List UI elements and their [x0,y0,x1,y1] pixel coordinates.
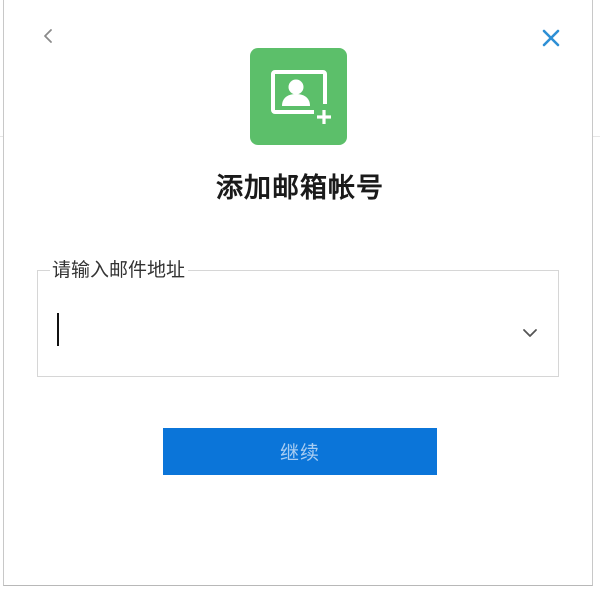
close-icon [542,29,560,47]
chevron-left-icon [44,29,52,43]
email-field-label: 请输入邮件地址 [50,257,189,283]
add-contact-tile [250,48,347,145]
continue-button[interactable]: 继续 [163,428,437,475]
window-edge-mark [0,136,3,137]
chevron-down-icon [523,329,537,337]
dialog-title: 添加邮箱帐号 [216,173,384,204]
window-edge-mark [593,136,600,137]
add-contact-icon [271,70,334,124]
email-input[interactable] [62,305,492,355]
email-dropdown-button[interactable] [515,318,545,348]
back-button[interactable] [36,22,60,50]
close-button[interactable] [537,24,565,52]
text-caret [57,313,59,346]
